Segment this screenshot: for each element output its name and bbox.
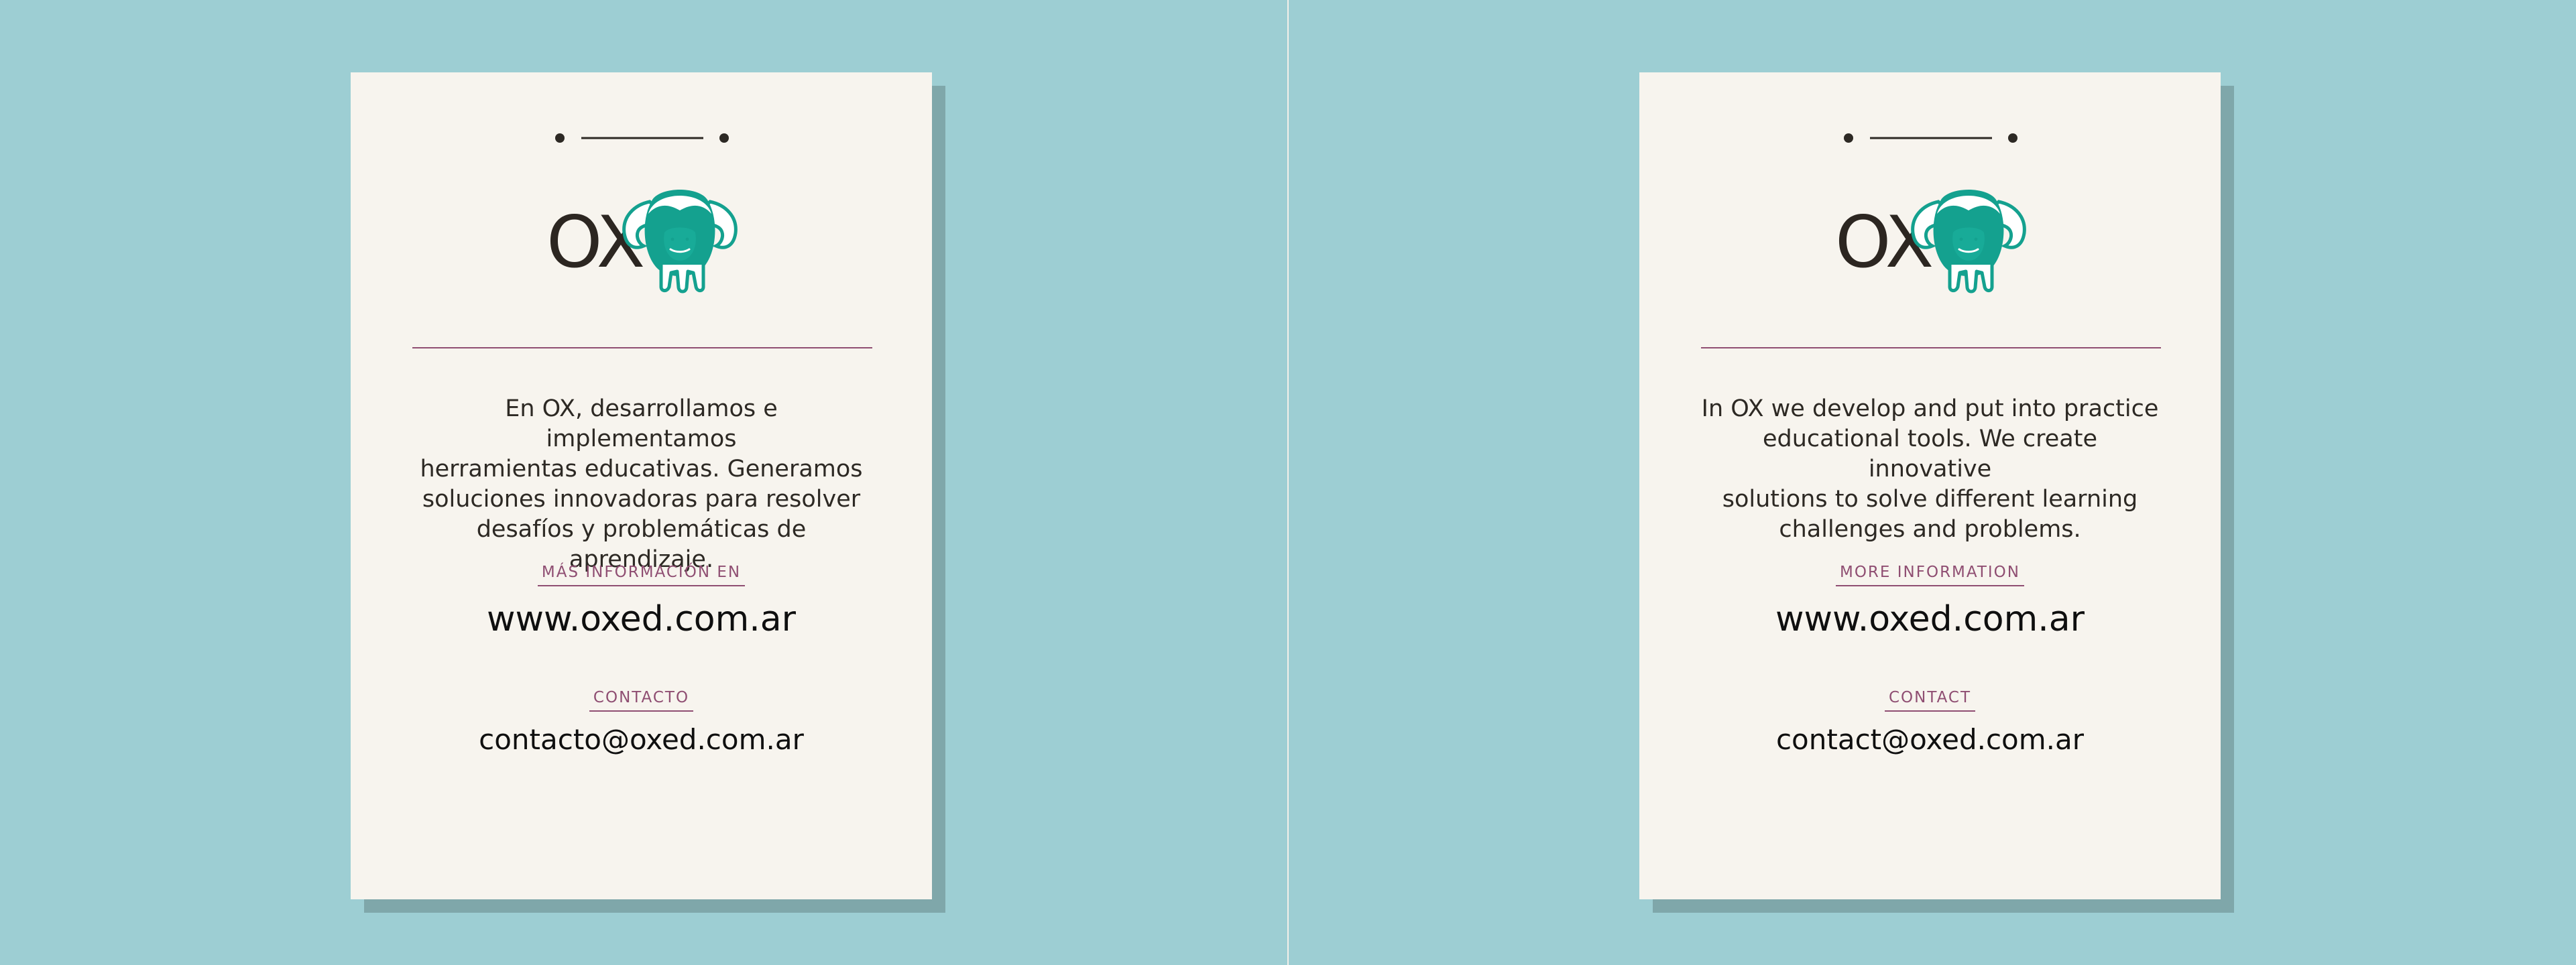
more-info-label-text: MÁS INFORMACIÓN EN [537, 565, 746, 586]
spanish-business-card: OX En OX, desarrollamos e implementamos … [351, 72, 932, 899]
ox-mascot-icon [622, 190, 738, 294]
brand-logo: OX [546, 182, 741, 296]
more-info-label: MORE INFORMATION [1639, 565, 2221, 586]
contact-label: CONTACT [1639, 690, 2221, 712]
company-description: In OX we develop and put into practice e… [1701, 395, 2159, 543]
ornament-divider-icon [1844, 133, 2017, 143]
spanish-panel: OX En OX, desarrollamos e implementamos … [0, 0, 1287, 965]
email-link[interactable]: contacto@oxed.com.ar [351, 726, 932, 754]
more-info-label: MÁS INFORMACIÓN EN [351, 565, 932, 586]
contact-label-text: CONTACT [1884, 690, 1976, 712]
website-link[interactable]: www.oxed.com.ar [1639, 602, 2221, 637]
contact-label: CONTACTO [351, 690, 932, 712]
email-link[interactable]: contact@oxed.com.ar [1639, 726, 2221, 754]
website-link[interactable]: www.oxed.com.ar [351, 602, 932, 637]
ornament-divider-icon [555, 133, 729, 143]
ox-mascot-icon [1911, 190, 2026, 294]
brand-logo: OX [1835, 182, 2030, 296]
contact-label-text: CONTACTO [589, 690, 694, 712]
canvas: OX En OX, desarrollamos e implementamos … [0, 0, 2576, 965]
accent-rule [1701, 347, 2161, 348]
english-panel: OX In OX we develop and put into practic… [1289, 0, 2576, 965]
company-description: En OX, desarrollamos e implementamos her… [420, 395, 863, 573]
english-business-card: OX In OX we develop and put into practic… [1639, 72, 2221, 899]
more-info-label-text: MORE INFORMATION [1835, 565, 2024, 586]
accent-rule [412, 347, 872, 348]
